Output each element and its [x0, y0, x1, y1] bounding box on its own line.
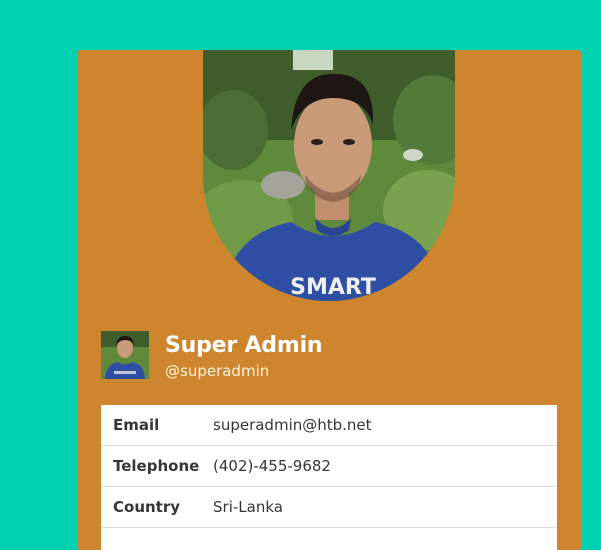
profile-username: @superadmin [165, 361, 322, 381]
country-label: Country [101, 487, 213, 528]
email-label: Email [101, 405, 213, 446]
shirt-print-text: SMART [290, 275, 376, 300]
table-row: Country Sri-Lanka [101, 487, 557, 528]
profile-names: Super Admin @superadmin [165, 331, 322, 381]
email-value: superadmin@htb.net [213, 405, 557, 446]
profile-identity: Super Admin @superadmin [101, 331, 322, 379]
telephone-value: (402)-455-9682 [213, 446, 557, 487]
profile-display-name: Super Admin [165, 331, 322, 361]
profile-cover-photo: SMART [203, 50, 455, 301]
table-row: Email superadmin@htb.net [101, 405, 557, 446]
telephone-label: Telephone [101, 446, 213, 487]
profile-details-table: Email superadmin@htb.net Telephone (402)… [101, 405, 557, 550]
avatar [101, 331, 149, 379]
country-value: Sri-Lanka [213, 487, 557, 528]
table-row: Telephone (402)-455-9682 [101, 446, 557, 487]
table-row [101, 528, 557, 550]
profile-card: SMART Super Admin @superadmin Email supe… [77, 50, 581, 550]
